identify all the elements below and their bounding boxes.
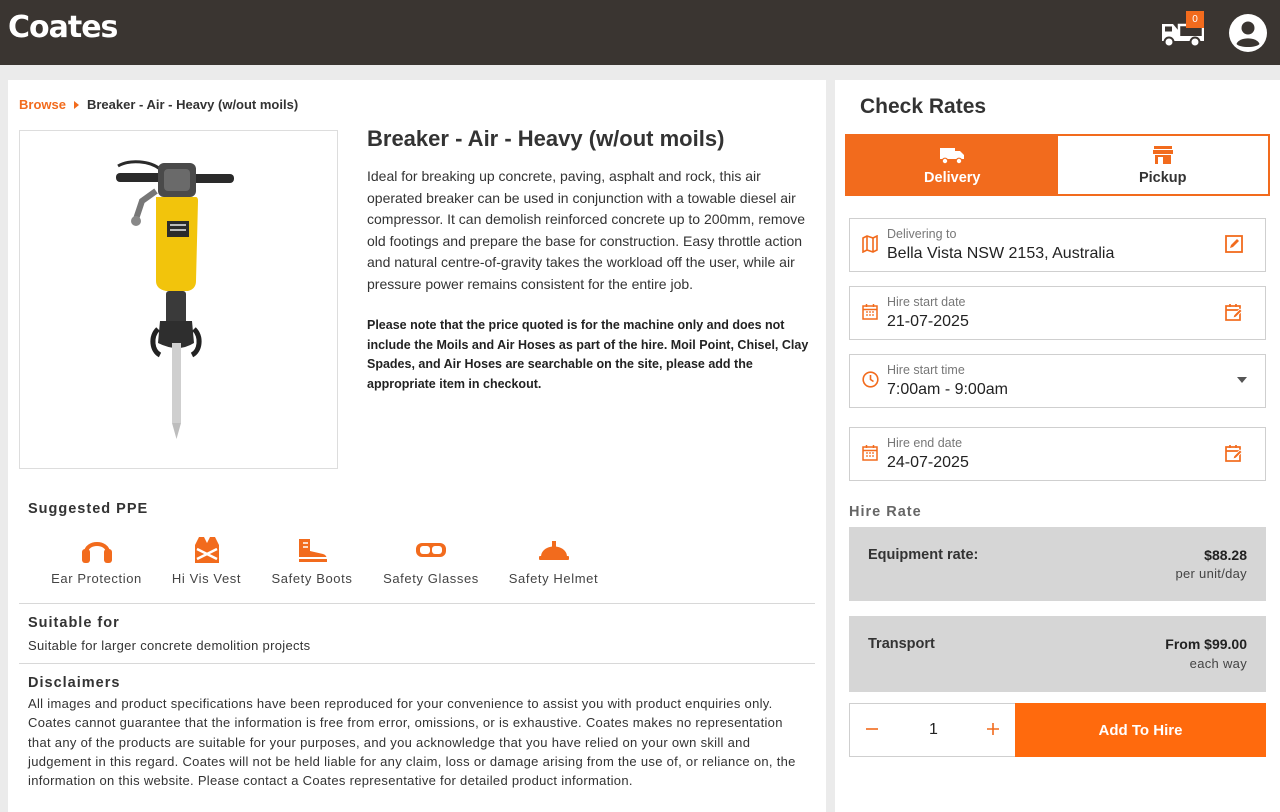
vest-icon: [194, 537, 219, 563]
product-details-panel: Browse Breaker - Air - Heavy (w/out moil…: [8, 80, 826, 812]
caret-right-icon: [73, 100, 79, 109]
ear-muffs-icon: [81, 542, 112, 563]
top-navigation-bar: Coates 0: [0, 0, 1280, 65]
breadcrumb-browse-link[interactable]: Browse: [19, 97, 66, 112]
transport-label: Transport: [868, 636, 935, 652]
product-description: Ideal for breaking up concrete, paving, …: [367, 168, 806, 292]
ppe-label: Hi Vis Vest: [171, 571, 242, 586]
ppe-heading: Suggested PPE: [28, 501, 149, 517]
chevron-down-icon[interactable]: [1237, 377, 1247, 383]
disclaimers-heading: Disclaimers: [28, 675, 121, 691]
calendar-edit-icon[interactable]: [1225, 303, 1243, 321]
check-rates-title: Check Rates: [860, 95, 987, 118]
check-rates-panel: Check Rates Delivery Pickup Delivering t…: [835, 80, 1280, 812]
section-divider: [19, 603, 815, 604]
ppe-item-hi-vis-vest: Hi Vis Vest: [169, 535, 244, 586]
boot-icon: [299, 539, 327, 562]
breadcrumb: Browse Breaker - Air - Heavy (w/out moil…: [19, 97, 298, 112]
fulfilment-mode-tabs: Delivery Pickup: [845, 134, 1270, 196]
cart-count-badge: 0: [1186, 11, 1204, 28]
tab-delivery-label: Delivery: [924, 169, 981, 186]
edit-icon[interactable]: [1225, 235, 1243, 253]
calendar-icon: [862, 304, 878, 320]
tab-pickup-label: Pickup: [1138, 169, 1187, 186]
equipment-rate-label: Equipment rate:: [868, 547, 979, 563]
suitable-for-text: Suitable for larger concrete demolition …: [28, 638, 311, 653]
tab-delivery[interactable]: Delivery: [847, 136, 1058, 194]
hire-rate-heading: Hire Rate: [849, 504, 922, 520]
field-value: 21-07-2025: [887, 313, 969, 330]
field-label: Hire start date: [887, 295, 966, 309]
ppe-label: Ear Protection: [51, 571, 142, 586]
hire-end-date-field[interactable]: Hire end date 24-07-2025: [849, 427, 1266, 481]
calendar-icon: [862, 445, 878, 461]
field-label: Delivering to: [887, 227, 957, 241]
delivery-address-field[interactable]: Delivering to Bella Vista NSW 2153, Aust…: [849, 218, 1266, 272]
plus-icon[interactable]: [986, 722, 1000, 736]
ppe-item-ear-protection: Ear Protection: [49, 535, 144, 586]
add-to-hire-button[interactable]: Add To Hire: [1015, 703, 1266, 757]
coates-logo[interactable]: Coates: [8, 10, 118, 45]
jackhammer-image: [116, 160, 234, 439]
transport-rate-box: Transport From $99.00 each way: [849, 616, 1266, 692]
disclaimers-text: All images and product specifications ha…: [28, 696, 796, 789]
ppe-label: Safety Helmet: [508, 571, 599, 586]
product-title: Breaker - Air - Heavy (w/out moils): [367, 126, 725, 151]
cart-button[interactable]: 0: [1160, 11, 1208, 54]
equipment-rate-box: Equipment rate: $88.28 per unit/day: [849, 527, 1266, 601]
section-divider: [19, 663, 815, 664]
user-circle-icon: [1229, 14, 1267, 52]
ppe-item-safety-boots: Safety Boots: [268, 535, 356, 586]
product-image: [19, 130, 338, 469]
store-icon: [1152, 145, 1173, 164]
calendar-edit-icon[interactable]: [1225, 444, 1243, 462]
goggles-icon: [416, 543, 446, 557]
hire-start-time-select[interactable]: Hire start time 7:00am - 9:00am: [849, 354, 1266, 408]
equipment-rate-value: $88.28: [1204, 547, 1247, 563]
breadcrumb-current: Breaker - Air - Heavy (w/out moils): [86, 97, 299, 112]
helmet-icon: [538, 541, 569, 560]
equipment-rate-unit: per unit/day: [1175, 566, 1247, 581]
field-value: 7:00am - 9:00am: [887, 381, 1008, 398]
field-label: Hire start time: [887, 363, 965, 377]
map-icon: [862, 235, 878, 253]
delivery-truck-icon: [940, 147, 965, 164]
ppe-item-safety-glasses: Safety Glasses: [380, 535, 482, 586]
suitable-for-heading: Suitable for: [28, 615, 120, 631]
field-value: Bella Vista NSW 2153, Australia: [887, 245, 1115, 262]
account-button[interactable]: [1228, 13, 1268, 53]
transport-value: From $99.00: [1165, 636, 1247, 652]
quantity-stepper: 1: [849, 703, 1016, 757]
hire-start-date-field[interactable]: Hire start date 21-07-2025: [849, 286, 1266, 340]
ppe-label: Safety Glasses: [383, 571, 479, 586]
product-price-note: Please note that the price quoted is for…: [367, 318, 809, 391]
clock-icon: [862, 371, 879, 388]
field-label: Hire end date: [887, 436, 963, 450]
field-value: 24-07-2025: [887, 454, 969, 471]
transport-unit: each way: [1189, 656, 1247, 671]
ppe-item-safety-helmet: Safety Helmet: [506, 535, 601, 586]
ppe-label: Safety Boots: [271, 571, 353, 586]
tab-pickup[interactable]: Pickup: [1057, 136, 1268, 194]
